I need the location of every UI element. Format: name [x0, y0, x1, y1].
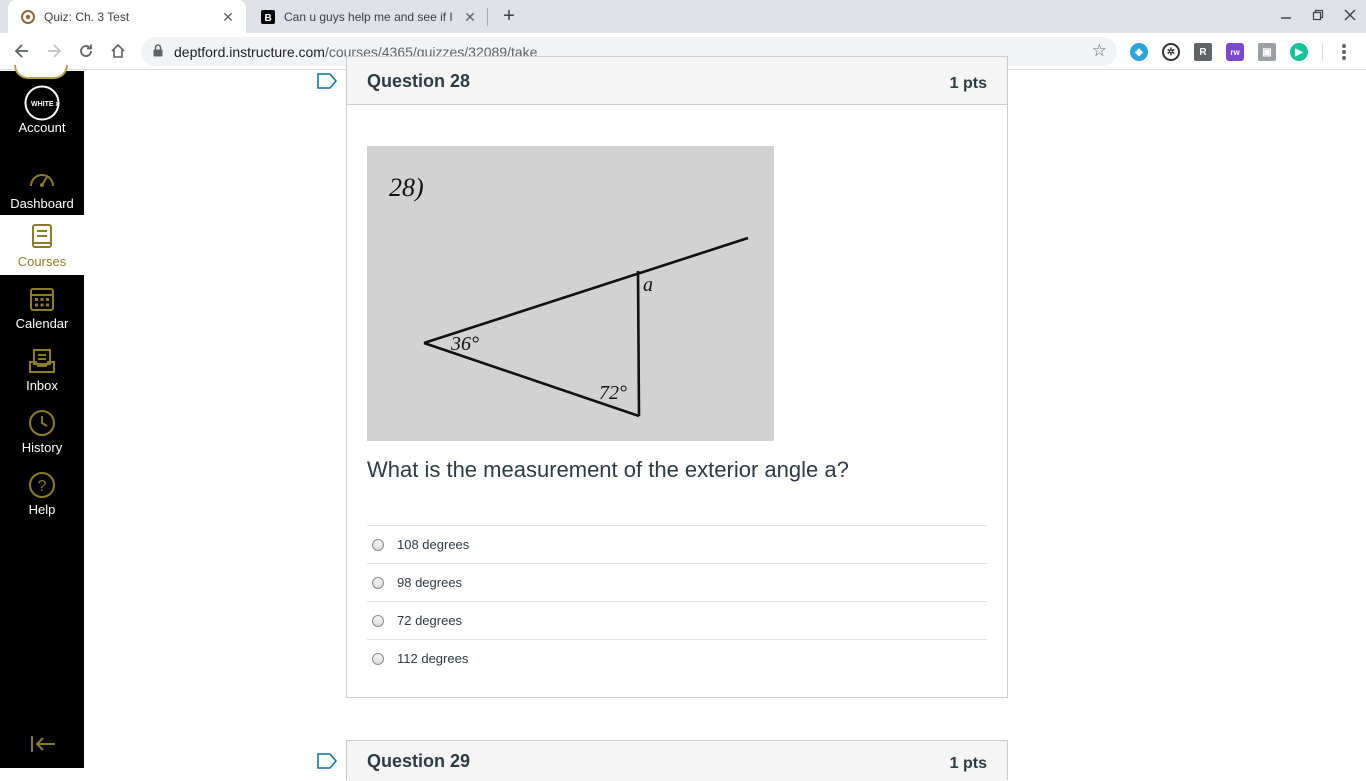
minimize-icon[interactable]	[1275, 6, 1297, 26]
url-domain: deptford.instructure.com	[174, 44, 325, 60]
angle-36-label: 36°	[450, 333, 479, 355]
global-navigation: WHITE x Account Dashboard Courses Calend…	[0, 65, 84, 768]
nav-label: Calendar	[15, 316, 69, 331]
account-avatar-icon: WHITE x	[0, 85, 84, 121]
answer-label[interactable]: 112 degrees	[397, 651, 468, 666]
nav-label: Account	[18, 120, 66, 135]
answer-radio[interactable]	[372, 652, 384, 665]
home-icon[interactable]	[106, 39, 130, 63]
help-icon: ?	[0, 469, 84, 501]
question-number-label: 28)	[389, 173, 424, 202]
triangle-diagram-image: 28) a 36° 72°	[367, 146, 774, 441]
answer-radio[interactable]	[372, 614, 384, 627]
svg-text:?: ?	[38, 478, 47, 495]
close-window-icon[interactable]	[1339, 6, 1361, 26]
extension-icon-2[interactable]: ✲	[1162, 43, 1180, 61]
browser-menu-icon[interactable]	[1336, 42, 1352, 62]
answer-label[interactable]: 98 degrees	[397, 575, 462, 590]
tab-title: Can u guys help me and see if I ca	[284, 9, 456, 24]
extension-icon-copy[interactable]: ▣	[1258, 43, 1276, 61]
new-tab-button[interactable]: +	[498, 5, 520, 27]
svg-text:WHITE x: WHITE x	[31, 101, 59, 108]
close-tab-icon[interactable]: ✕	[220, 9, 236, 25]
nav-label: Courses	[17, 254, 67, 269]
question-points: 1 pts	[949, 75, 987, 92]
reload-icon[interactable]	[74, 39, 98, 63]
lock-icon[interactable]	[153, 44, 163, 62]
browser-tab-quiz[interactable]: Quiz: Ch. 3 Test ✕	[8, 0, 246, 33]
nav-label: Dashboard	[10, 196, 74, 211]
extension-icon-rw[interactable]: rw	[1226, 43, 1244, 61]
answer-list: 108 degrees 98 degrees 72 degrees 112 de…	[367, 525, 987, 677]
browser-tab-brainly[interactable]: B Can u guys help me and see if I ca ✕	[248, 0, 488, 33]
question-header: Question 29 1 pts	[347, 741, 1007, 781]
question-card: Question 29 1 pts	[346, 740, 1008, 781]
calendar-icon	[0, 283, 84, 315]
collapse-nav-icon[interactable]	[30, 735, 56, 758]
extension-icon-1[interactable]: ◆	[1130, 43, 1148, 61]
nav-label: History	[21, 440, 63, 455]
angle-72-label: 72°	[599, 382, 627, 404]
question-name: Question 28	[367, 71, 471, 91]
answer-option[interactable]: 112 degrees	[367, 639, 987, 677]
nav-label: Help	[28, 502, 56, 517]
svg-text:B: B	[265, 13, 272, 24]
flag-question-icon[interactable]	[317, 73, 337, 94]
answer-label[interactable]: 108 degrees	[397, 537, 469, 552]
browser-tab-bar: Quiz: Ch. 3 Test ✕ B Can u guys help me …	[0, 0, 1366, 33]
question-text: What is the measurement of the exterior …	[367, 457, 849, 482]
forward-arrow-icon[interactable]	[42, 39, 66, 63]
dashboard-icon	[0, 163, 84, 195]
question-card: Question 28 1 pts 28) a 36° 72° What is …	[346, 56, 1008, 698]
nav-item-account[interactable]: WHITE x Account	[0, 85, 84, 147]
canvas-favicon-icon	[20, 9, 36, 25]
toolbar-divider	[1322, 43, 1323, 61]
question-header: Question 28 1 pts	[347, 57, 1007, 105]
tab-divider	[487, 8, 488, 26]
school-logo[interactable]	[14, 65, 68, 79]
question-points: 1 pts	[949, 755, 987, 772]
answer-radio[interactable]	[372, 576, 384, 589]
back-arrow-icon[interactable]	[10, 39, 34, 63]
nav-item-courses[interactable]: Courses	[0, 215, 84, 275]
question-name: Question 29	[367, 751, 471, 771]
tab-title: Quiz: Ch. 3 Test	[44, 9, 130, 24]
inbox-icon	[0, 345, 84, 377]
answer-option[interactable]: 98 degrees	[367, 563, 987, 601]
courses-icon	[0, 221, 84, 253]
bookmark-star-icon[interactable]: ☆	[1092, 42, 1107, 60]
nav-item-calendar[interactable]: Calendar	[0, 283, 84, 343]
restore-icon[interactable]	[1307, 6, 1329, 26]
extension-icon-r[interactable]: R	[1194, 43, 1212, 61]
answer-label[interactable]: 72 degrees	[397, 613, 462, 628]
nav-item-inbox[interactable]: Inbox	[0, 345, 84, 405]
answer-option[interactable]: 108 degrees	[367, 525, 987, 563]
answer-option[interactable]: 72 degrees	[367, 601, 987, 639]
nav-item-help[interactable]: ? Help	[0, 469, 84, 529]
answer-radio[interactable]	[372, 538, 384, 551]
brainly-favicon-icon: B	[260, 9, 276, 25]
nav-item-history[interactable]: History	[0, 407, 84, 467]
nav-item-dashboard[interactable]: Dashboard	[0, 163, 84, 223]
history-icon	[0, 407, 84, 439]
angle-a-label: a	[643, 274, 653, 296]
flag-question-icon[interactable]	[317, 753, 337, 774]
close-tab-icon[interactable]: ✕	[462, 9, 478, 25]
grammarly-icon[interactable]: ▶	[1290, 43, 1308, 61]
nav-label: Inbox	[26, 378, 58, 393]
